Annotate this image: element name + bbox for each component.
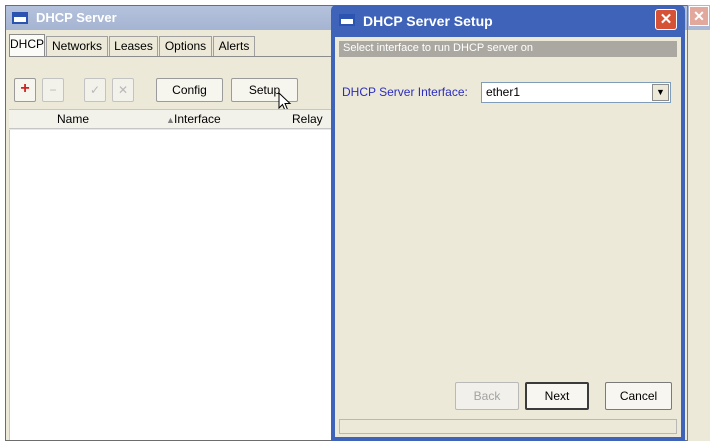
- interface-label: DHCP Server Interface:: [342, 85, 468, 99]
- window-icon: [12, 12, 28, 24]
- tab-strip-divider: [9, 56, 339, 57]
- tab-options[interactable]: Options: [159, 36, 212, 56]
- disable-button[interactable]: ✕: [112, 78, 134, 102]
- dialog-close-button[interactable]: ✕: [655, 9, 677, 30]
- dialog-title: DHCP Server Setup: [363, 13, 493, 29]
- dhcp-setup-dialog: DHCP Server Setup ✕ Select interface to …: [331, 5, 685, 441]
- hint-bar: Select interface to run DHCP server on: [339, 41, 677, 57]
- column-name[interactable]: Name: [57, 112, 89, 126]
- window-title: DHCP Server: [36, 10, 117, 25]
- back-button[interactable]: Back: [455, 382, 519, 410]
- status-bar: [339, 419, 677, 434]
- dropdown-arrow-icon[interactable]: ▼: [652, 84, 669, 101]
- tab-dhcp[interactable]: DHCP: [9, 34, 45, 57]
- grid-header: Name ▲ Interface Relay: [9, 109, 339, 129]
- next-button[interactable]: Next: [525, 382, 589, 410]
- hint-text: Select interface to run DHCP server on: [343, 42, 533, 54]
- add-button[interactable]: +: [14, 78, 36, 102]
- dialog-window-icon: [339, 14, 355, 26]
- remove-button[interactable]: −: [42, 78, 64, 102]
- column-relay[interactable]: Relay: [292, 112, 323, 126]
- tab-networks[interactable]: Networks: [46, 36, 108, 56]
- cancel-button[interactable]: Cancel: [605, 382, 672, 410]
- tab-leases[interactable]: Leases: [109, 36, 158, 56]
- tab-alerts[interactable]: Alerts: [213, 36, 255, 56]
- interface-select[interactable]: ether1 ▼: [481, 82, 671, 103]
- grid-body[interactable]: [9, 130, 339, 440]
- dialog-body: Select interface to run DHCP server on D…: [335, 37, 681, 437]
- enable-button[interactable]: ✓: [84, 78, 106, 102]
- partial-window-body: [687, 30, 710, 441]
- interface-value: ether1: [486, 85, 521, 99]
- config-button[interactable]: Config: [156, 78, 223, 102]
- partial-window-close-button[interactable]: ✕: [689, 6, 709, 26]
- column-interface[interactable]: Interface: [174, 112, 221, 126]
